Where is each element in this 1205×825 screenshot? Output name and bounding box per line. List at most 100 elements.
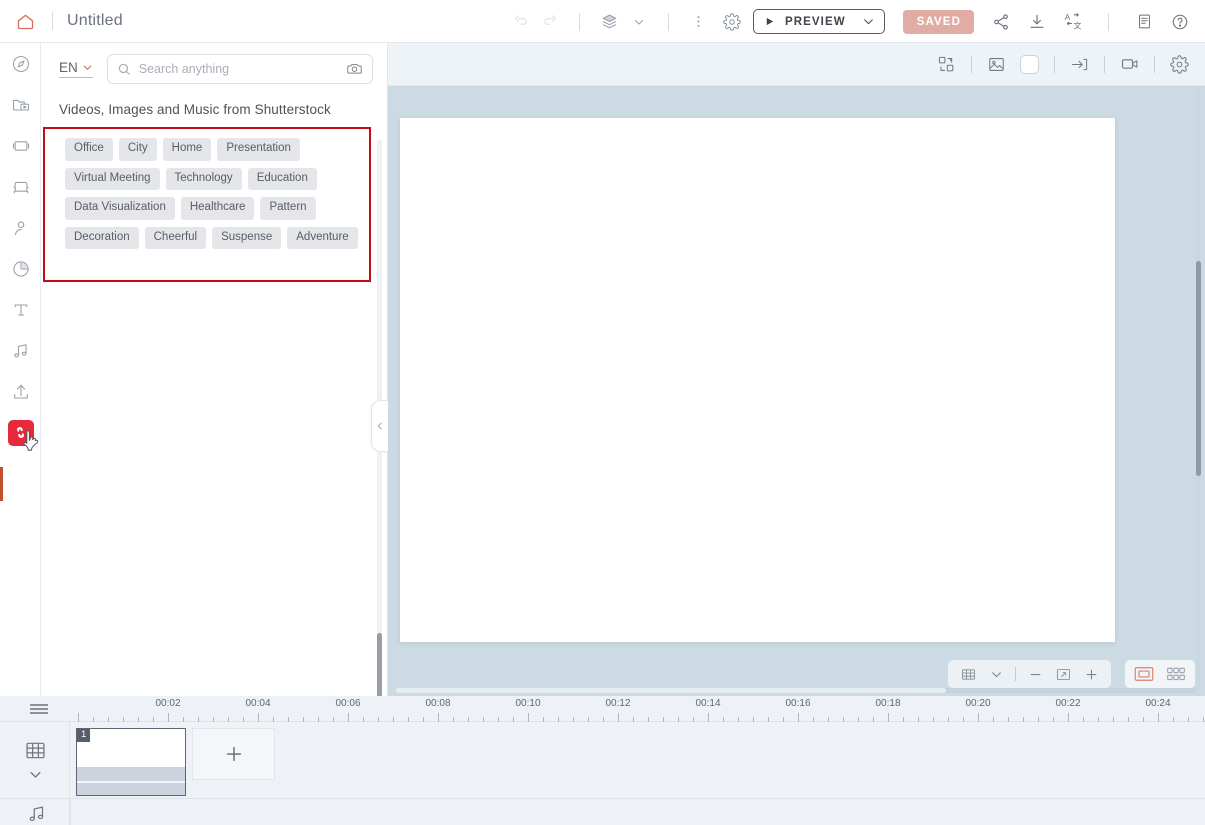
- music-note-icon[interactable]: [26, 803, 48, 825]
- grid-slides-icon[interactable]: [1162, 663, 1190, 685]
- sidebar-item-projects[interactable]: [0, 84, 41, 125]
- chevron-down-icon[interactable]: [983, 662, 1009, 686]
- download-icon[interactable]: [1022, 7, 1052, 37]
- timeline-time-label: 00:02: [155, 698, 181, 709]
- tag-chip[interactable]: Presentation: [217, 138, 300, 161]
- gear-icon[interactable]: [1164, 49, 1195, 80]
- grid-icon[interactable]: [955, 662, 981, 686]
- add-slide-button[interactable]: [192, 728, 275, 780]
- tag-chip[interactable]: Healthcare: [180, 197, 255, 220]
- active-indicator: [0, 467, 3, 501]
- slide-frames-icon: [11, 136, 31, 156]
- timeline-tick: [528, 713, 529, 722]
- top-bar-right-tools: PREVIEW SAVED A 文: [717, 0, 1195, 43]
- tag-chip[interactable]: Technology: [165, 167, 242, 190]
- gear-icon[interactable]: [717, 7, 747, 37]
- sidebar-item-music[interactable]: [0, 330, 41, 371]
- language-selector[interactable]: EN: [59, 60, 93, 78]
- divider: [1104, 55, 1105, 73]
- suggested-tags-region: Office City Home Presentation Virtual Me…: [41, 127, 387, 282]
- tag-chip[interactable]: Suspense: [212, 226, 282, 249]
- home-icon[interactable]: [12, 8, 38, 34]
- timeline-tick: [978, 713, 979, 722]
- sidebar-item-discover[interactable]: [0, 43, 41, 84]
- image-icon[interactable]: [981, 49, 1012, 80]
- folder-video-icon: [11, 95, 31, 115]
- timeline-tick: [1068, 713, 1069, 722]
- canvas-horizontal-scrollbar[interactable]: [396, 688, 1196, 693]
- timeline-tick: [438, 713, 439, 722]
- sofa-icon: [11, 177, 31, 197]
- timeline-tick: [168, 713, 169, 722]
- shutterstock-panel: EN Videos, Images and Music from Shu: [41, 43, 388, 731]
- tag-chip[interactable]: Decoration: [65, 226, 139, 249]
- fit-screen-icon[interactable]: [1050, 662, 1076, 686]
- timeline-ticks: 00:02 00:04 00:06 00:08 00:10 00:12 00:14 00:16…: [70, 696, 1205, 722]
- tag-chip[interactable]: Virtual Meeting: [65, 167, 160, 190]
- sidebar-item-props[interactable]: [0, 166, 41, 207]
- timeline-time-label: 00:04: [245, 698, 271, 709]
- plus-icon[interactable]: [1078, 662, 1104, 686]
- notes-icon[interactable]: [1129, 7, 1159, 37]
- video-camera-icon[interactable]: [1114, 49, 1145, 80]
- chevron-down-icon[interactable]: [28, 767, 43, 782]
- pie-chart-icon: [11, 259, 31, 279]
- more-vertical-icon[interactable]: [683, 7, 713, 37]
- search-input[interactable]: [138, 61, 338, 76]
- divider: [1015, 667, 1016, 681]
- timeline-time-label: 00:18: [875, 698, 901, 709]
- preview-button[interactable]: PREVIEW: [752, 9, 885, 34]
- redo-icon[interactable]: [535, 7, 565, 37]
- undo-icon[interactable]: [505, 7, 535, 37]
- scenes-track[interactable]: 1: [70, 722, 1205, 798]
- translate-icon[interactable]: A 文: [1058, 7, 1088, 37]
- canvas-viewport[interactable]: [388, 86, 1205, 696]
- sidebar-item-upload[interactable]: [0, 371, 41, 412]
- search-box[interactable]: [106, 53, 373, 84]
- drag-handle-icon[interactable]: [30, 704, 48, 714]
- sidebar-item-charts[interactable]: [0, 248, 41, 289]
- swap-icon[interactable]: [931, 49, 962, 80]
- tag-chip[interactable]: Office: [65, 138, 113, 161]
- panel-search-row: EN: [41, 43, 387, 94]
- audio-track[interactable]: [0, 798, 1205, 825]
- chevron-down-icon[interactable]: [624, 7, 654, 37]
- chevron-down-icon[interactable]: [862, 15, 875, 28]
- sidebar-item-characters[interactable]: [0, 207, 41, 248]
- language-label: EN: [59, 59, 78, 75]
- tag-chip[interactable]: Adventure: [287, 226, 358, 249]
- tag-chip[interactable]: Home: [162, 138, 212, 161]
- tag-chip[interactable]: Pattern: [260, 197, 316, 220]
- camera-icon[interactable]: [346, 60, 363, 77]
- sidebar-item-text[interactable]: [0, 289, 41, 330]
- svg-text:A: A: [1064, 13, 1070, 22]
- panel-collapse-button[interactable]: [371, 400, 388, 452]
- tag-chip[interactable]: Education: [247, 167, 317, 190]
- tag-chip[interactable]: Cheerful: [144, 226, 207, 249]
- single-slide-icon[interactable]: [1130, 663, 1158, 685]
- slide-thumbnail[interactable]: 1: [76, 728, 186, 796]
- sidebar-item-shutterstock[interactable]: [0, 412, 41, 453]
- timeline-tick: [348, 713, 349, 722]
- tag-chip[interactable]: Data Visualization: [65, 197, 175, 220]
- minus-icon[interactable]: [1022, 662, 1048, 686]
- top-bar: Untitled PREVIEW SAVED A 文: [0, 0, 1205, 43]
- timeline-ruler[interactable]: 00:02 00:04 00:06 00:08 00:10 00:12 00:14 00:16…: [0, 696, 1205, 722]
- scenes-track-button[interactable]: [0, 722, 70, 798]
- page-title[interactable]: Untitled: [67, 12, 123, 30]
- canvas-vertical-scrollbar-thumb[interactable]: [1196, 261, 1201, 476]
- status-badge: SAVED: [902, 9, 974, 34]
- audio-lane[interactable]: [70, 799, 1205, 825]
- canvas-horizontal-scrollbar-thumb[interactable]: [396, 688, 946, 693]
- timeline-tick: [1158, 713, 1159, 722]
- tag-chip[interactable]: City: [118, 138, 157, 161]
- slide-canvas[interactable]: [400, 118, 1115, 642]
- share-icon[interactable]: [986, 7, 1016, 37]
- canvas-vertical-scrollbar[interactable]: [1196, 91, 1201, 691]
- arrow-into-bracket-icon[interactable]: [1064, 49, 1095, 80]
- help-circle-icon[interactable]: [1165, 7, 1195, 37]
- color-swatch-icon[interactable]: [1014, 49, 1045, 80]
- sidebar-item-scenes[interactable]: [0, 125, 41, 166]
- upload-icon: [11, 382, 31, 402]
- layers-icon[interactable]: [594, 7, 624, 37]
